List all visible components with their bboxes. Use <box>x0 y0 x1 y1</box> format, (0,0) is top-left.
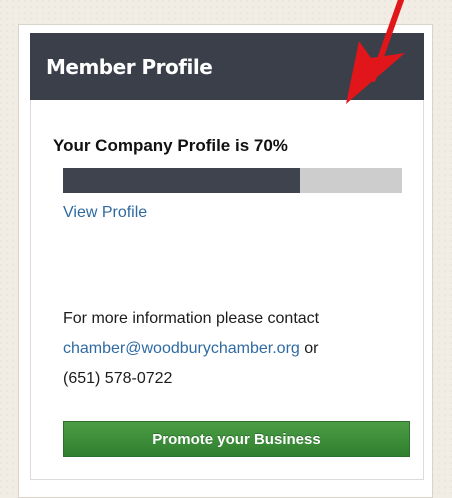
widget-title: Member Profile <box>46 54 213 79</box>
widget-header: Member Profile <box>30 33 424 100</box>
profile-progress-bar <box>63 168 402 193</box>
contact-or: or <box>304 340 319 357</box>
view-profile-link[interactable]: View Profile <box>63 204 147 222</box>
contact-text: For more information please contact <box>63 310 320 327</box>
promote-business-button[interactable]: Promote your Business <box>63 421 410 457</box>
contact-info: For more information please contact cham… <box>63 304 413 394</box>
profile-progress-fill <box>63 168 301 193</box>
member-profile-widget: Member Profile Your Company Profile is 7… <box>18 24 433 498</box>
contact-phone: (651) 578-0722 <box>63 370 173 387</box>
profile-completion-text: Your Company Profile is 70% <box>53 136 288 155</box>
contact-email-link[interactable]: chamber@woodburychamber.org <box>63 340 300 357</box>
contact-line: chamber@woodburychamber.org or <box>63 334 413 364</box>
